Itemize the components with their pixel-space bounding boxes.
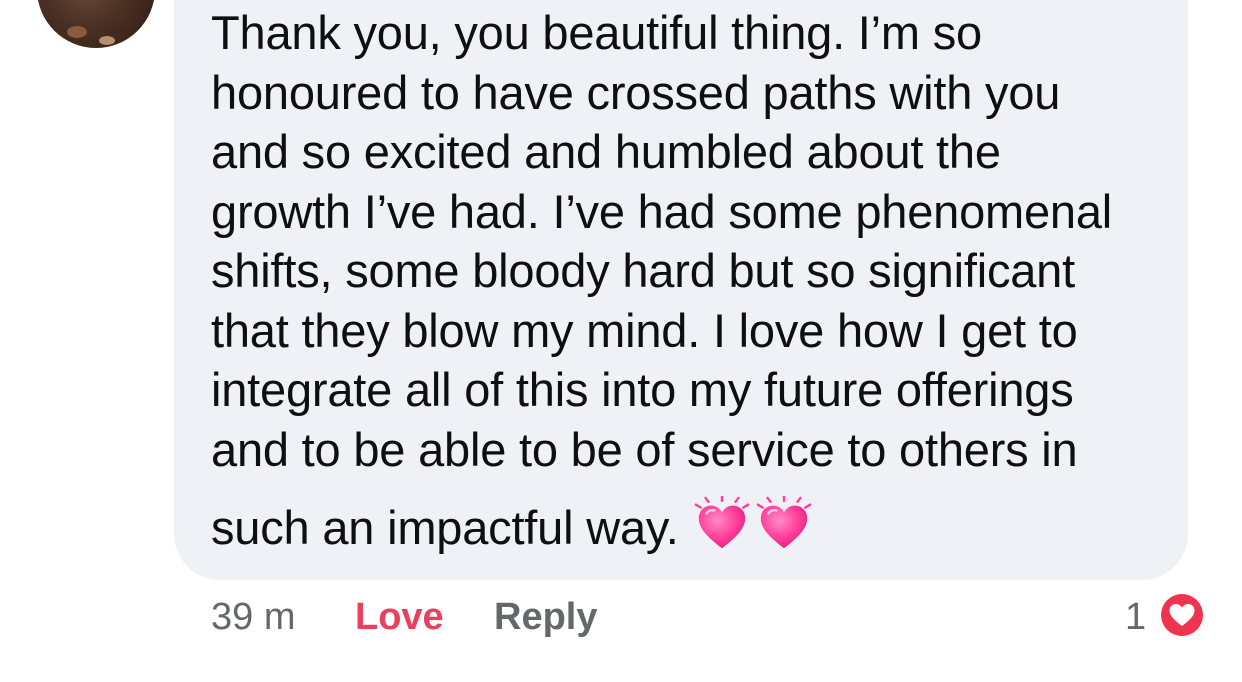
comment-line: and so excited and humbled about the [211, 125, 1001, 178]
comment-line: honoured to have crossed paths with you [211, 65, 1061, 119]
growing-heart-icon [756, 496, 811, 549]
comment-footer: 39 m Love Reply 1 [0, 592, 1242, 646]
comment-text: Thank you, you beautiful thing. I’m so h… [211, 3, 1171, 568]
love-reaction-icon[interactable] [1157, 590, 1207, 640]
emoji-group [693, 496, 817, 568]
reaction-count[interactable]: 1 [1125, 596, 1146, 639]
comment-timestamp[interactable]: 39 m [211, 596, 295, 639]
comment-line: that they blow my mind. I love how I get… [211, 303, 1078, 357]
comment: Thank you, you beautiful thing. I’m so h… [0, 0, 1242, 682]
comment-line: integrate all of this into my future off… [211, 363, 1074, 416]
comment-line: shifts, some bloody hard but so signific… [211, 244, 1075, 297]
commenter-avatar[interactable] [37, 0, 155, 48]
comment-last-line: such an impactful way. [211, 496, 1171, 568]
comment-line: growth I’ve had. I’ve had some phenomena… [211, 184, 1113, 238]
reply-button[interactable]: Reply [494, 596, 597, 639]
comment-line: such an impactful way. [211, 501, 679, 554]
comment-line: and to be able to be of service to other… [211, 422, 1078, 476]
growing-heart-icon [694, 496, 749, 549]
comment-line: Thank you, you beautiful thing. I’m so [211, 6, 982, 59]
love-button[interactable]: Love [355, 596, 444, 639]
